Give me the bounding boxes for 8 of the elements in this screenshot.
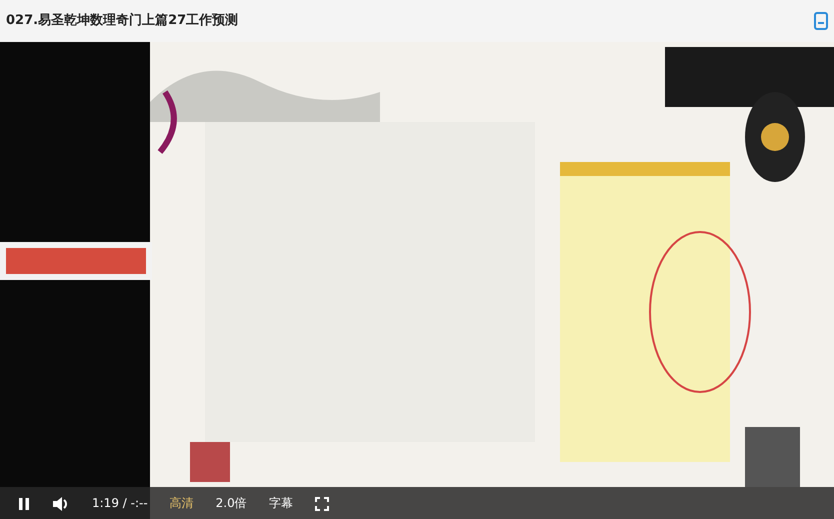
document-icon[interactable] xyxy=(814,12,828,30)
video-title: 027.易圣乾坤数理奇门上篇27工作预测 xyxy=(6,12,238,30)
speed-button[interactable]: 2.0倍 xyxy=(216,494,247,512)
quality-button[interactable]: 高清 xyxy=(170,494,194,512)
subtitles-button[interactable]: 字幕 xyxy=(268,494,293,512)
time-display: 1:19 / -:-- xyxy=(92,495,148,512)
fullscreen-button[interactable] xyxy=(314,494,329,512)
volume-button[interactable] xyxy=(52,494,70,512)
